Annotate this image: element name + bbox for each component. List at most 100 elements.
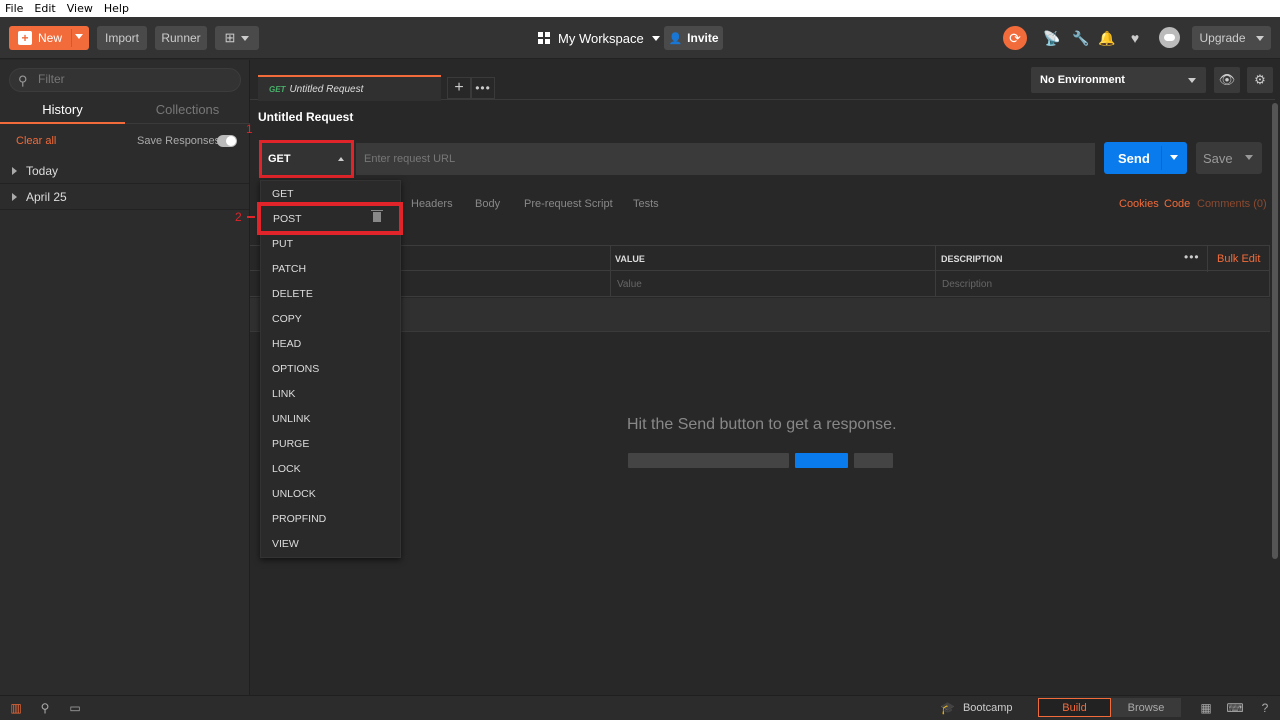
upgrade-label: Upgrade: [1199, 31, 1246, 45]
method-option-copy[interactable]: COPY: [261, 306, 400, 331]
group-label: April 25: [26, 189, 67, 204]
import-button[interactable]: Import: [97, 26, 147, 50]
new-button[interactable]: + New: [9, 26, 89, 50]
sidebar-toggle-icon[interactable]: ▥: [9, 701, 23, 715]
filter-box: ⚲: [9, 68, 241, 92]
group-label: Today: [26, 163, 59, 178]
sidebar: ⚲ History Collections Clear all Save Res…: [0, 60, 250, 695]
method-select[interactable]: GET: [259, 140, 354, 178]
workspace-grid-icon: [538, 32, 550, 44]
cookies-link[interactable]: Cookies: [1119, 198, 1159, 210]
runner-button[interactable]: Runner: [155, 26, 207, 50]
column-divider: [610, 246, 611, 272]
upgrade-button[interactable]: Upgrade: [1192, 26, 1271, 50]
chevron-up-icon: [338, 157, 344, 161]
browse-mode-button[interactable]: Browse: [1111, 698, 1181, 717]
menu-view[interactable]: View: [62, 2, 99, 15]
send-separator: [1161, 146, 1162, 170]
menu-help[interactable]: Help: [99, 2, 135, 15]
clear-all-link[interactable]: Clear all: [16, 135, 56, 147]
more-icon[interactable]: •••: [471, 77, 495, 99]
method-label: GET: [268, 153, 291, 165]
new-dropdown-icon[interactable]: [75, 34, 83, 39]
trash-icon[interactable]: [371, 210, 383, 222]
method-option-head[interactable]: HEAD: [261, 331, 400, 356]
history-group-today[interactable]: Today: [0, 158, 249, 184]
method-option-delete[interactable]: DELETE: [261, 281, 400, 306]
method-option-link[interactable]: LINK: [261, 381, 400, 406]
method-option-unlock[interactable]: UNLOCK: [261, 481, 400, 506]
method-option-view[interactable]: VIEW: [261, 531, 400, 556]
value-field[interactable]: Value: [617, 279, 642, 290]
send-button[interactable]: Send: [1104, 142, 1187, 174]
more-icon[interactable]: •••: [1184, 250, 1200, 264]
chevron-down-icon: [651, 35, 660, 41]
history-group-april-25[interactable]: April 25: [0, 184, 249, 210]
tab-pre-request-script[interactable]: Pre-request Script: [524, 198, 613, 210]
two-pane-icon[interactable]: ▦: [1199, 701, 1213, 715]
save-button[interactable]: Save: [1196, 142, 1262, 174]
tab-collections[interactable]: Collections: [125, 96, 250, 124]
annotation-step-1: 1: [246, 122, 253, 136]
scrollbar[interactable]: [1272, 103, 1278, 559]
tab-headers[interactable]: Headers: [411, 198, 453, 210]
keyboard-icon[interactable]: ⌨: [1226, 701, 1243, 715]
add-tab-icon[interactable]: +: [447, 77, 471, 99]
method-option-purge[interactable]: PURGE: [261, 431, 400, 456]
bulk-edit-link[interactable]: Bulk Edit: [1217, 253, 1260, 265]
heart-icon[interactable]: ♥: [1126, 29, 1144, 47]
bell-icon[interactable]: 🔔: [1098, 29, 1116, 47]
new-label: New: [37, 31, 62, 45]
save-responses-toggle[interactable]: [217, 135, 237, 147]
method-option-unlink[interactable]: UNLINK: [261, 406, 400, 431]
graduation-cap-icon: 🎓: [940, 701, 955, 715]
method-option-propfind[interactable]: PROPFIND: [261, 506, 400, 531]
build-mode-button[interactable]: Build: [1038, 698, 1111, 717]
eye-icon[interactable]: 👁: [1214, 67, 1240, 93]
help-icon[interactable]: ?: [1258, 701, 1272, 715]
tab-name: Untitled Request: [289, 83, 364, 95]
description-field[interactable]: Description: [942, 279, 992, 290]
menu-file[interactable]: File: [0, 2, 29, 15]
annotation-line: [247, 216, 255, 218]
description-column-header: DESCRIPTION: [941, 254, 1003, 264]
chevron-down-icon: [1188, 78, 1196, 83]
filter-input[interactable]: [38, 72, 228, 86]
request-tab[interactable]: GET Untitled Request: [258, 75, 441, 101]
wrench-icon[interactable]: 🔧: [1072, 29, 1090, 47]
column-divider: [610, 271, 611, 297]
empty-response-message: Hit the Send button to get a response.: [627, 416, 897, 433]
chevron-down-icon: [1255, 35, 1264, 41]
tab-tests[interactable]: Tests: [633, 198, 659, 210]
method-option-put[interactable]: PUT: [261, 231, 400, 256]
params-table-header: VALUE DESCRIPTION ••• Bulk Edit: [250, 245, 1270, 272]
sync-icon[interactable]: ⟳: [1003, 26, 1027, 50]
request-title: Untitled Request: [258, 110, 354, 124]
save-responses-label: Save Responses: [137, 135, 221, 147]
add-window-icon: ⊞: [224, 30, 236, 45]
method-option-options[interactable]: OPTIONS: [261, 356, 400, 381]
chevron-down-icon[interactable]: [1170, 155, 1178, 160]
console-icon[interactable]: ▭: [68, 701, 82, 715]
gear-icon[interactable]: ⚙: [1247, 67, 1273, 93]
tab-body[interactable]: Body: [475, 198, 500, 210]
new-window-button[interactable]: ⊞: [215, 26, 259, 50]
chevron-down-icon: [241, 35, 250, 41]
tab-history[interactable]: History: [0, 96, 125, 124]
method-option-patch[interactable]: PATCH: [261, 256, 400, 281]
method-option-lock[interactable]: LOCK: [261, 456, 400, 481]
params-table-row: Value Description: [250, 271, 1270, 297]
search-icon[interactable]: ⚲: [38, 701, 52, 715]
search-icon: ⚲: [18, 73, 28, 88]
code-link[interactable]: Code: [1164, 198, 1190, 210]
bootcamp-link[interactable]: 🎓 Bootcamp: [940, 701, 1012, 715]
workspace-switcher[interactable]: My Workspace: [538, 25, 660, 51]
avatar[interactable]: [1159, 27, 1180, 48]
menu-edit[interactable]: Edit: [29, 2, 61, 15]
url-input[interactable]: [356, 143, 1095, 175]
invite-button[interactable]: 👤 Invite: [664, 26, 723, 50]
environment-select[interactable]: No Environment: [1031, 67, 1206, 93]
chevron-down-icon[interactable]: [1245, 155, 1253, 160]
satellite-icon[interactable]: 📡: [1043, 29, 1061, 47]
comments-link[interactable]: Comments (0): [1197, 198, 1267, 210]
